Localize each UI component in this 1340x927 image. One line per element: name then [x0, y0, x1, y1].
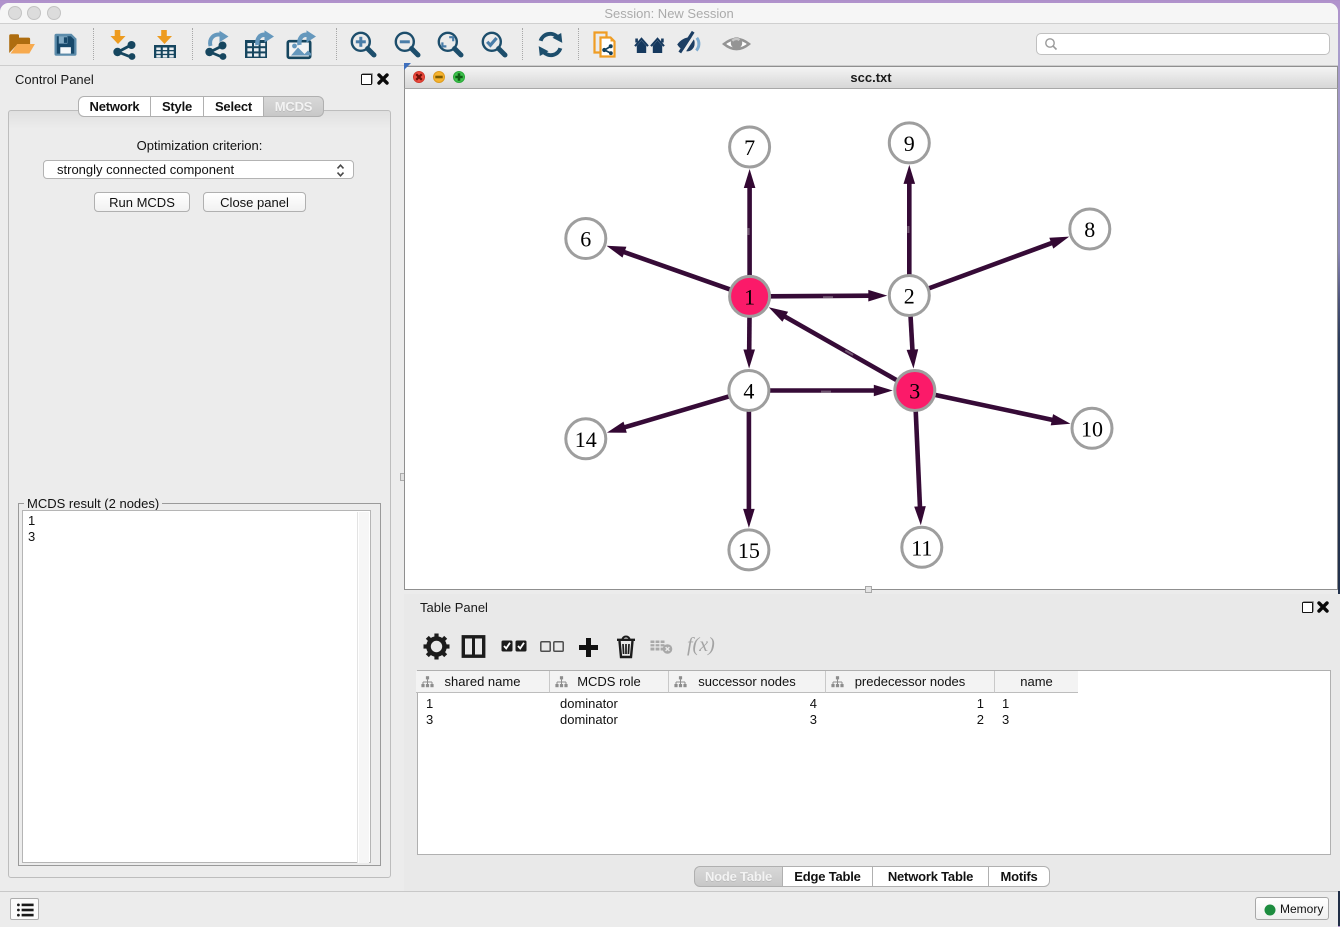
svg-text:9: 9 — [904, 131, 915, 156]
svg-text:8: 8 — [1084, 217, 1095, 242]
svg-text:4: 4 — [743, 379, 754, 404]
svg-text:3: 3 — [909, 379, 920, 404]
svg-text:2: 2 — [904, 284, 915, 309]
svg-text:10: 10 — [1081, 416, 1103, 441]
svg-text:7: 7 — [744, 135, 755, 160]
svg-text:14: 14 — [575, 427, 597, 452]
svg-text:6: 6 — [580, 227, 591, 252]
svg-text:1: 1 — [744, 284, 755, 309]
svg-text:11: 11 — [911, 535, 932, 560]
svg-text:15: 15 — [738, 538, 760, 563]
